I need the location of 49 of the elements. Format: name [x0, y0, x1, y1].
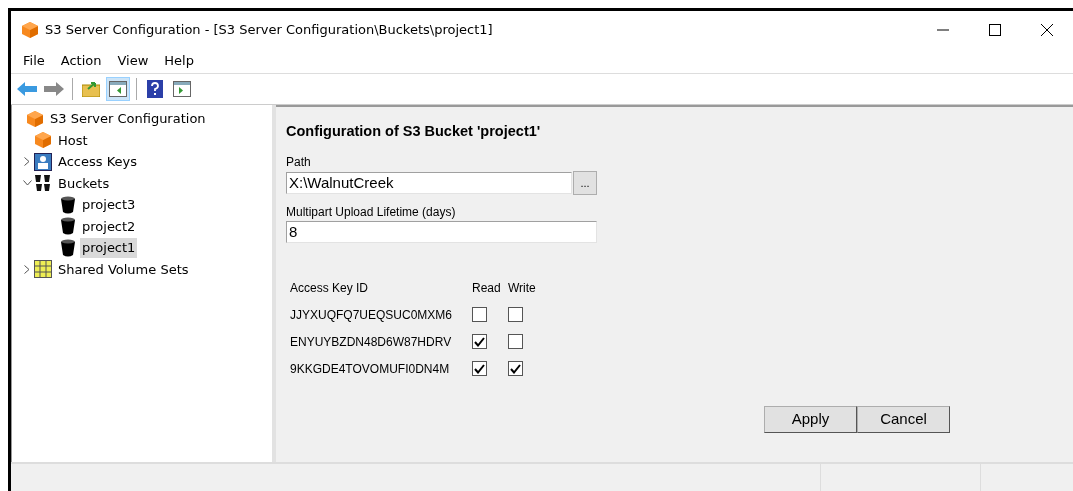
tree-item[interactable]: S3 Server Configuration — [48, 109, 208, 129]
browse-button[interactable]: ... — [573, 170, 597, 195]
path-field[interactable]: X:\WalnutCreek — [286, 171, 572, 194]
tree-item[interactable]: project3 — [80, 195, 138, 215]
access-key-id: JJYXUQFQ7UEQSUC0MXM6 — [290, 306, 454, 324]
menu-item[interactable]: File — [15, 50, 53, 71]
access-key-id: ENYUYBZDN48D6W87HDRV — [290, 333, 453, 351]
expand-chevron-icon[interactable] — [24, 264, 30, 274]
column-header: Read — [472, 279, 502, 297]
buckets-icon — [34, 174, 52, 193]
tree-item[interactable]: Access Keys — [56, 152, 139, 172]
user-icon — [34, 152, 52, 171]
lifetime-field[interactable]: 8 — [286, 220, 597, 243]
access-key-id: 9KKGDE4TOVOMUFI0DN4M — [290, 360, 451, 378]
dialog-button[interactable]: Apply — [764, 405, 857, 433]
checkbox[interactable] — [508, 361, 523, 377]
checkbox[interactable] — [472, 334, 487, 350]
field-label: Multipart Upload Lifetime (days) — [286, 203, 457, 221]
tree-item[interactable]: project1 — [80, 238, 138, 258]
checkbox[interactable] — [472, 361, 487, 377]
bucket-icon — [60, 195, 76, 214]
menu-item[interactable]: Help — [156, 50, 202, 71]
column-header: Access Key ID — [290, 279, 370, 297]
pane-button[interactable] — [106, 77, 130, 101]
field-label: Path — [286, 153, 312, 171]
app-icon — [21, 20, 39, 39]
column-header: Write — [508, 279, 537, 297]
window-title: S3 Server Configuration - [S3 Server Configuration\Buckets\project1] — [45, 20, 494, 39]
checkbox[interactable] — [508, 307, 523, 323]
cube-icon — [34, 131, 52, 150]
tree-item[interactable]: Shared Volume Sets — [56, 259, 191, 279]
dialog-button[interactable]: Cancel — [857, 405, 950, 433]
collapse-chevron-icon[interactable] — [22, 180, 32, 187]
tree-item[interactable]: project2 — [80, 216, 138, 236]
menu-item[interactable]: View — [109, 50, 157, 71]
maximize-icon[interactable] — [989, 23, 1001, 36]
minimize-icon[interactable] — [937, 28, 949, 31]
menu-item[interactable]: Action — [52, 50, 110, 71]
form-heading: Configuration of S3 Bucket 'project1' — [286, 122, 542, 141]
close-icon[interactable] — [1041, 23, 1053, 36]
bucket-icon — [60, 217, 76, 236]
checkbox[interactable] — [472, 307, 487, 323]
checkbox[interactable] — [508, 334, 523, 350]
tree-item[interactable]: Host — [56, 130, 90, 150]
grid-icon — [34, 260, 52, 279]
bucket-icon — [60, 238, 76, 257]
expand-chevron-icon[interactable] — [24, 157, 30, 167]
cube-icon — [26, 109, 44, 128]
tree-item[interactable]: Buckets — [56, 173, 112, 193]
